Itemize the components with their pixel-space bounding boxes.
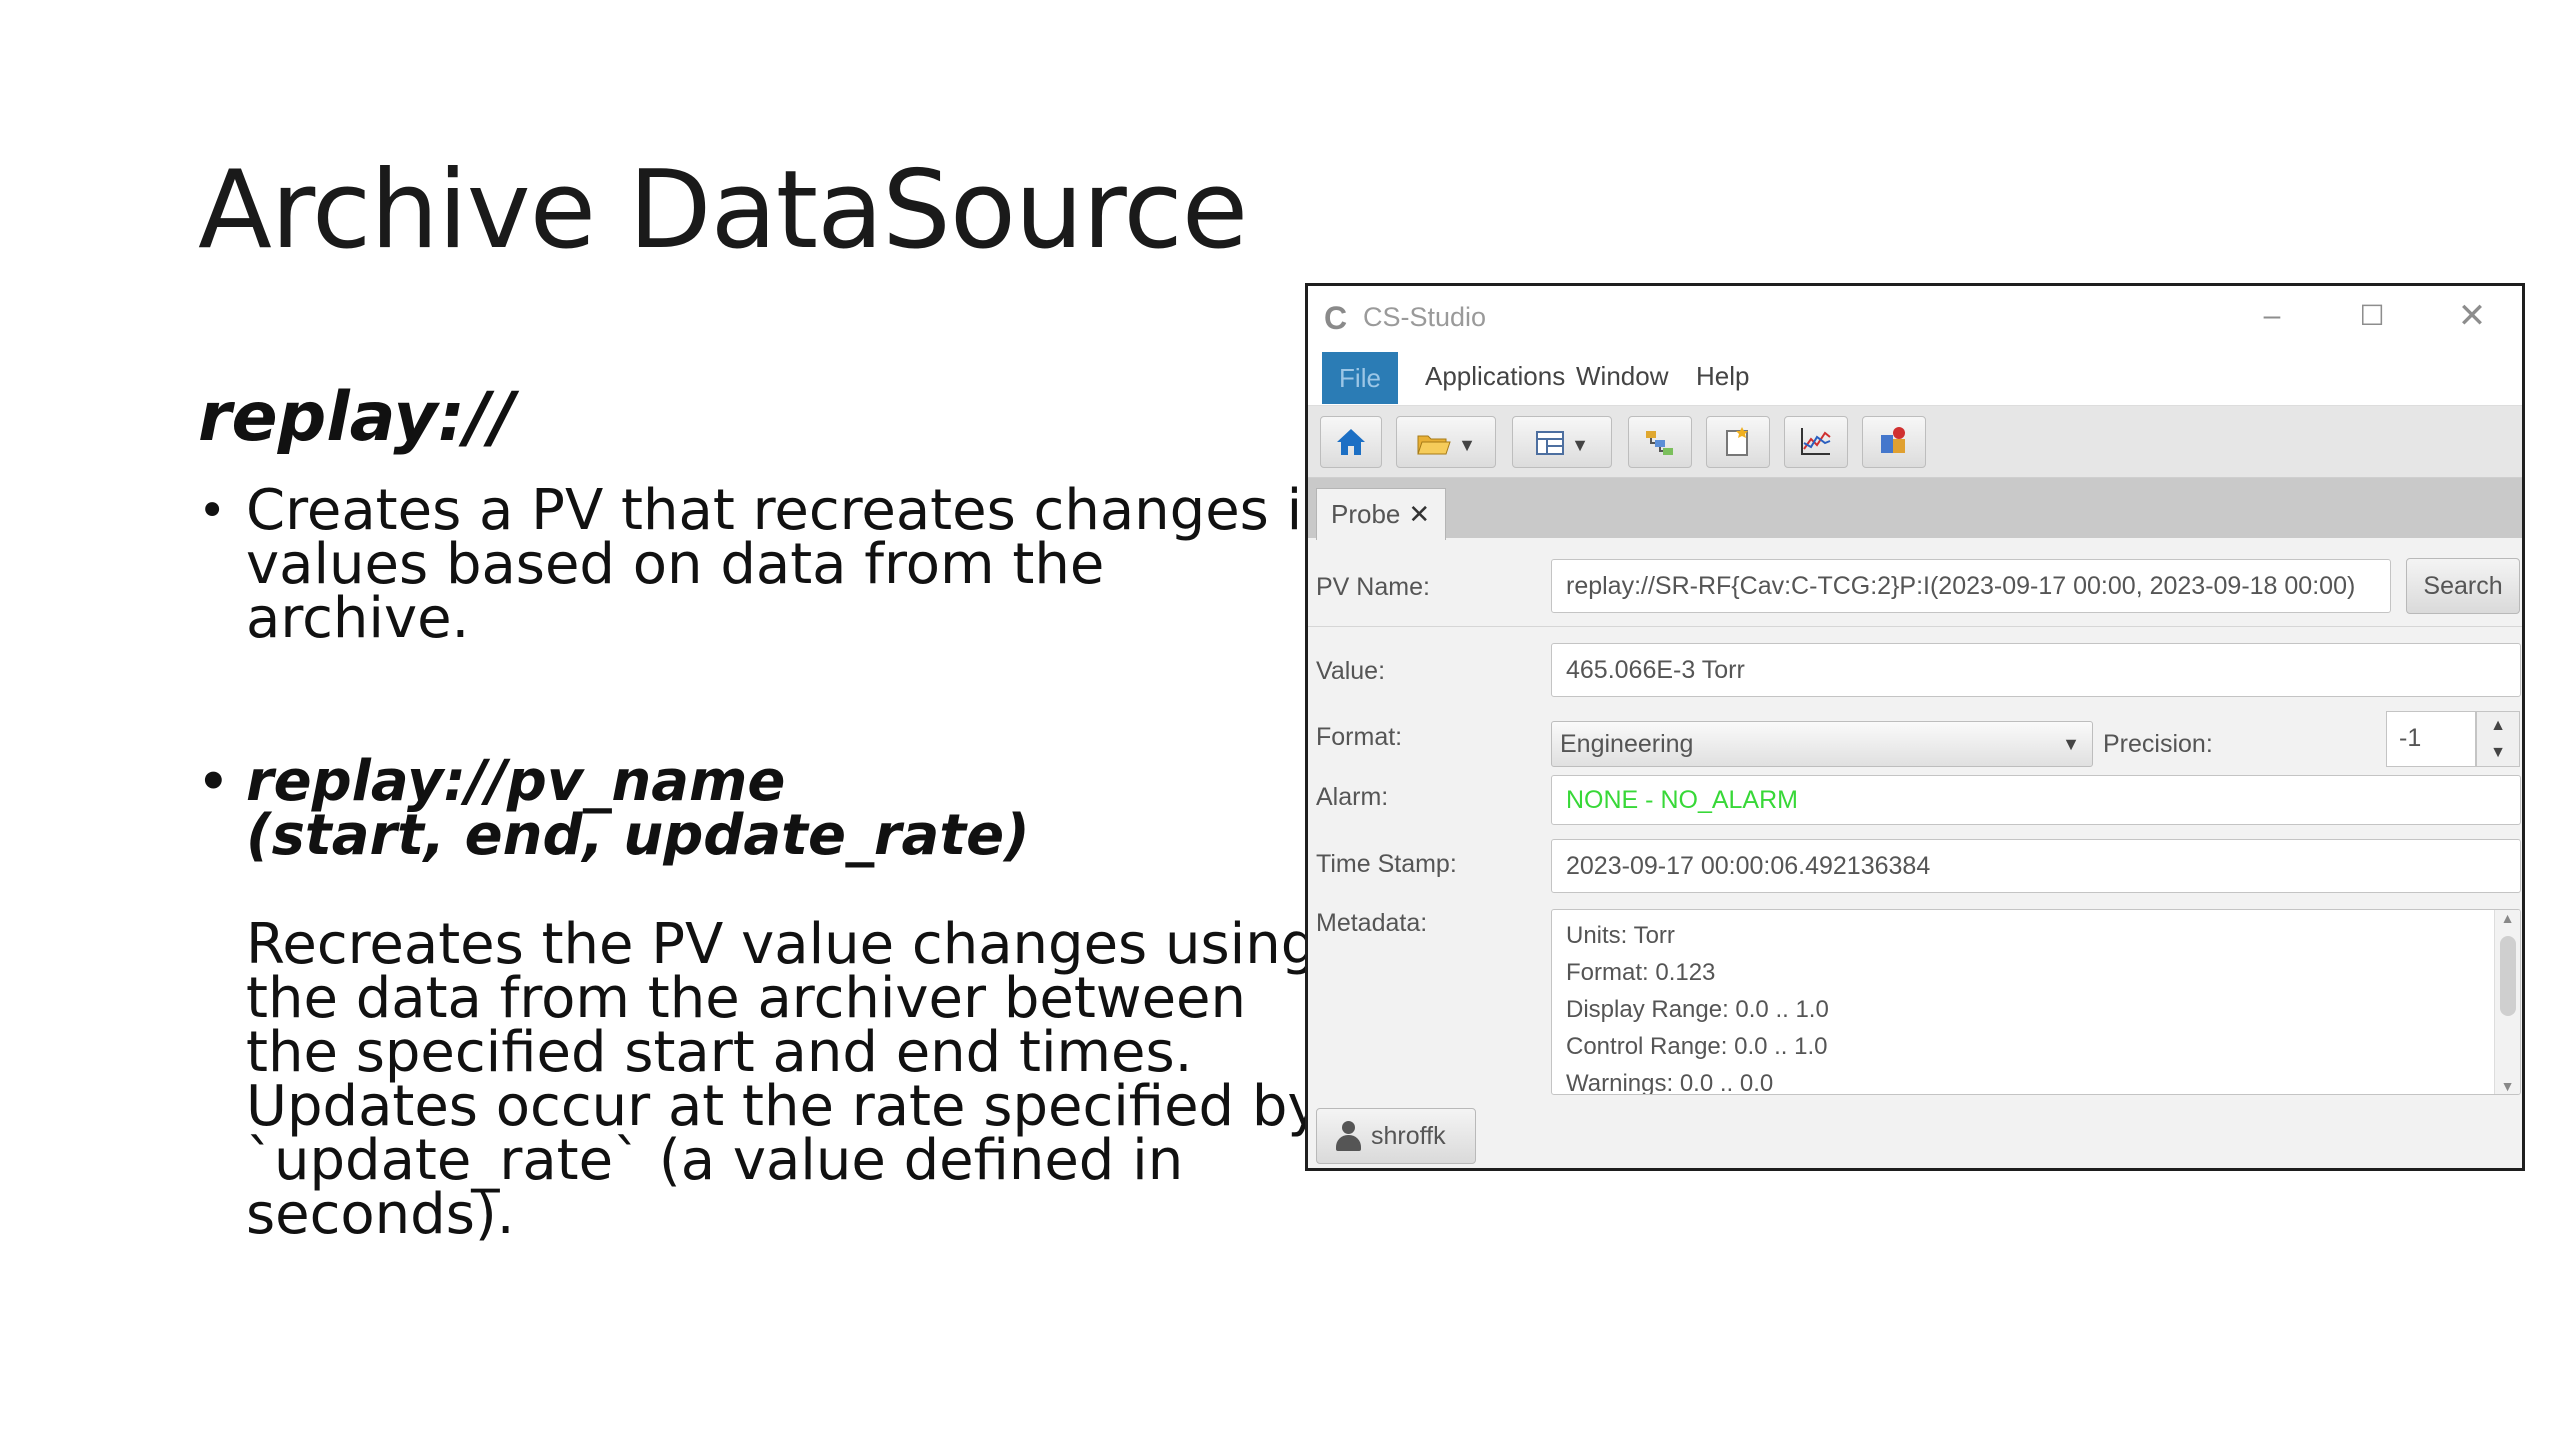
cs-studio-logo-icon: C: [1324, 300, 1348, 336]
home-button[interactable]: [1320, 416, 1382, 468]
precision-stepper: ▲ ▼: [2476, 711, 2520, 767]
metadata-line: Format: 0.123: [1566, 959, 1716, 986]
bullet-create-pv: • Creates a PV that recreates changes in…: [198, 478, 1338, 651]
format-select[interactable]: Engineering ▼: [1551, 721, 2093, 767]
chevron-down-icon: ▼: [1458, 435, 1476, 455]
maximize-button[interactable]: ☐: [2342, 294, 2402, 338]
menu-help[interactable]: Help: [1684, 348, 1761, 404]
timestamp-field: 2023-09-17 00:00:06.492136384: [1551, 839, 2521, 893]
menu-file[interactable]: File: [1322, 352, 1398, 404]
scroll-down-icon[interactable]: ▼: [2495, 1078, 2520, 1094]
pv-tree-button[interactable]: [1628, 416, 1692, 468]
title-bar[interactable]: C CS-Studio – ☐ ✕: [1308, 286, 2522, 348]
value-label: Value:: [1316, 657, 1386, 685]
slide-title: Archive DataSource: [198, 148, 1248, 273]
format-label: Format:: [1316, 723, 1403, 751]
data-browser-button[interactable]: [1784, 416, 1848, 468]
metadata-scrollbar[interactable]: ▲ ▼: [2494, 910, 2520, 1094]
minimize-button[interactable]: –: [2242, 294, 2302, 338]
metadata-text-area[interactable]: Units: Torr Format: 0.123 Display Range:…: [1551, 909, 2521, 1095]
replay-heading: replay://: [198, 378, 515, 457]
data-browser-icon: [1801, 428, 1831, 455]
probe-icon: [1646, 431, 1673, 455]
metadata-line: Control Range: 0.0 .. 1.0: [1566, 1033, 1828, 1060]
menu-applications[interactable]: Applications: [1413, 348, 1577, 404]
user-icon: [1335, 1121, 1361, 1151]
scrollbar-thumb[interactable]: [2500, 936, 2516, 1016]
tab-probe[interactable]: Probe ✕: [1316, 488, 1446, 540]
tab-probe-label: Probe: [1331, 499, 1401, 529]
layout-button[interactable]: ▼: [1512, 416, 1612, 468]
tab-strip: Probe ✕: [1308, 478, 2522, 540]
metadata-line: Display Range: 0.0 .. 1.0: [1566, 996, 1829, 1023]
separator: [1308, 626, 2522, 627]
open-button[interactable]: ▼: [1396, 416, 1496, 468]
chevron-down-icon: ▼: [2062, 734, 2080, 754]
bullet-dot: •: [198, 483, 227, 539]
toolbar: ▼ ▼: [1308, 406, 2522, 478]
chevron-down-icon: ▼: [1571, 435, 1589, 455]
home-icon: [1337, 429, 1365, 455]
bullet-text: Creates a PV that recreates changes in v…: [246, 478, 1338, 651]
alarm-tree-icon: [1881, 427, 1905, 453]
new-display-icon: [1726, 427, 1748, 456]
scroll-up-icon[interactable]: ▲: [2495, 910, 2520, 926]
layout-icon: [1536, 431, 1565, 456]
user-button[interactable]: shroffk: [1316, 1108, 1476, 1164]
metadata-line: Warnings: 0.0 .. 0.0: [1566, 1070, 1774, 1095]
menu-window[interactable]: Window: [1564, 348, 1680, 404]
user-name: shroffk: [1371, 1122, 1446, 1150]
menu-bar: File Applications Window Help: [1308, 348, 2522, 475]
pv-name-label: PV Name:: [1316, 573, 1430, 601]
bullet-text: replay://pv_name (start, end, update_rat…: [246, 749, 1030, 868]
close-tab-icon[interactable]: ✕: [1408, 499, 1430, 529]
close-window-button[interactable]: ✕: [2442, 294, 2502, 338]
new-display-button[interactable]: [1706, 416, 1770, 468]
pv-name-input[interactable]: replay://SR-RF{Cav:C-TCG:2}P:I(2023-09-1…: [1551, 559, 2391, 613]
alarm-field: NONE - NO_ALARM: [1551, 775, 2521, 825]
increment-arrow-icon[interactable]: ▲: [2477, 712, 2519, 739]
metadata-label: Metadata:: [1316, 909, 1428, 937]
metadata-line: Units: Torr: [1566, 922, 1675, 949]
alarm-button[interactable]: [1862, 416, 1926, 468]
window-title: CS-Studio: [1363, 302, 1487, 332]
decrement-arrow-icon[interactable]: ▼: [2477, 739, 2519, 766]
open-folder-icon: [1417, 435, 1451, 455]
precision-label: Precision:: [2103, 730, 2213, 758]
bullet-replay-syntax: • replay://pv_name (start, end, update_r…: [198, 749, 1030, 868]
precision-input[interactable]: -1: [2386, 711, 2476, 767]
value-field: 465.066E-3 Torr: [1551, 643, 2521, 697]
timestamp-label: Time Stamp:: [1316, 850, 1457, 878]
cs-studio-window: C CS-Studio – ☐ ✕ File Applications Wind…: [1305, 283, 2525, 1171]
alarm-label: Alarm:: [1316, 783, 1389, 811]
search-button[interactable]: Search: [2406, 558, 2520, 614]
bullet-dot: •: [198, 754, 229, 810]
format-selected-value: Engineering: [1560, 730, 1694, 758]
replay-description: Recreates the PV value changes using the…: [246, 912, 1321, 1247]
